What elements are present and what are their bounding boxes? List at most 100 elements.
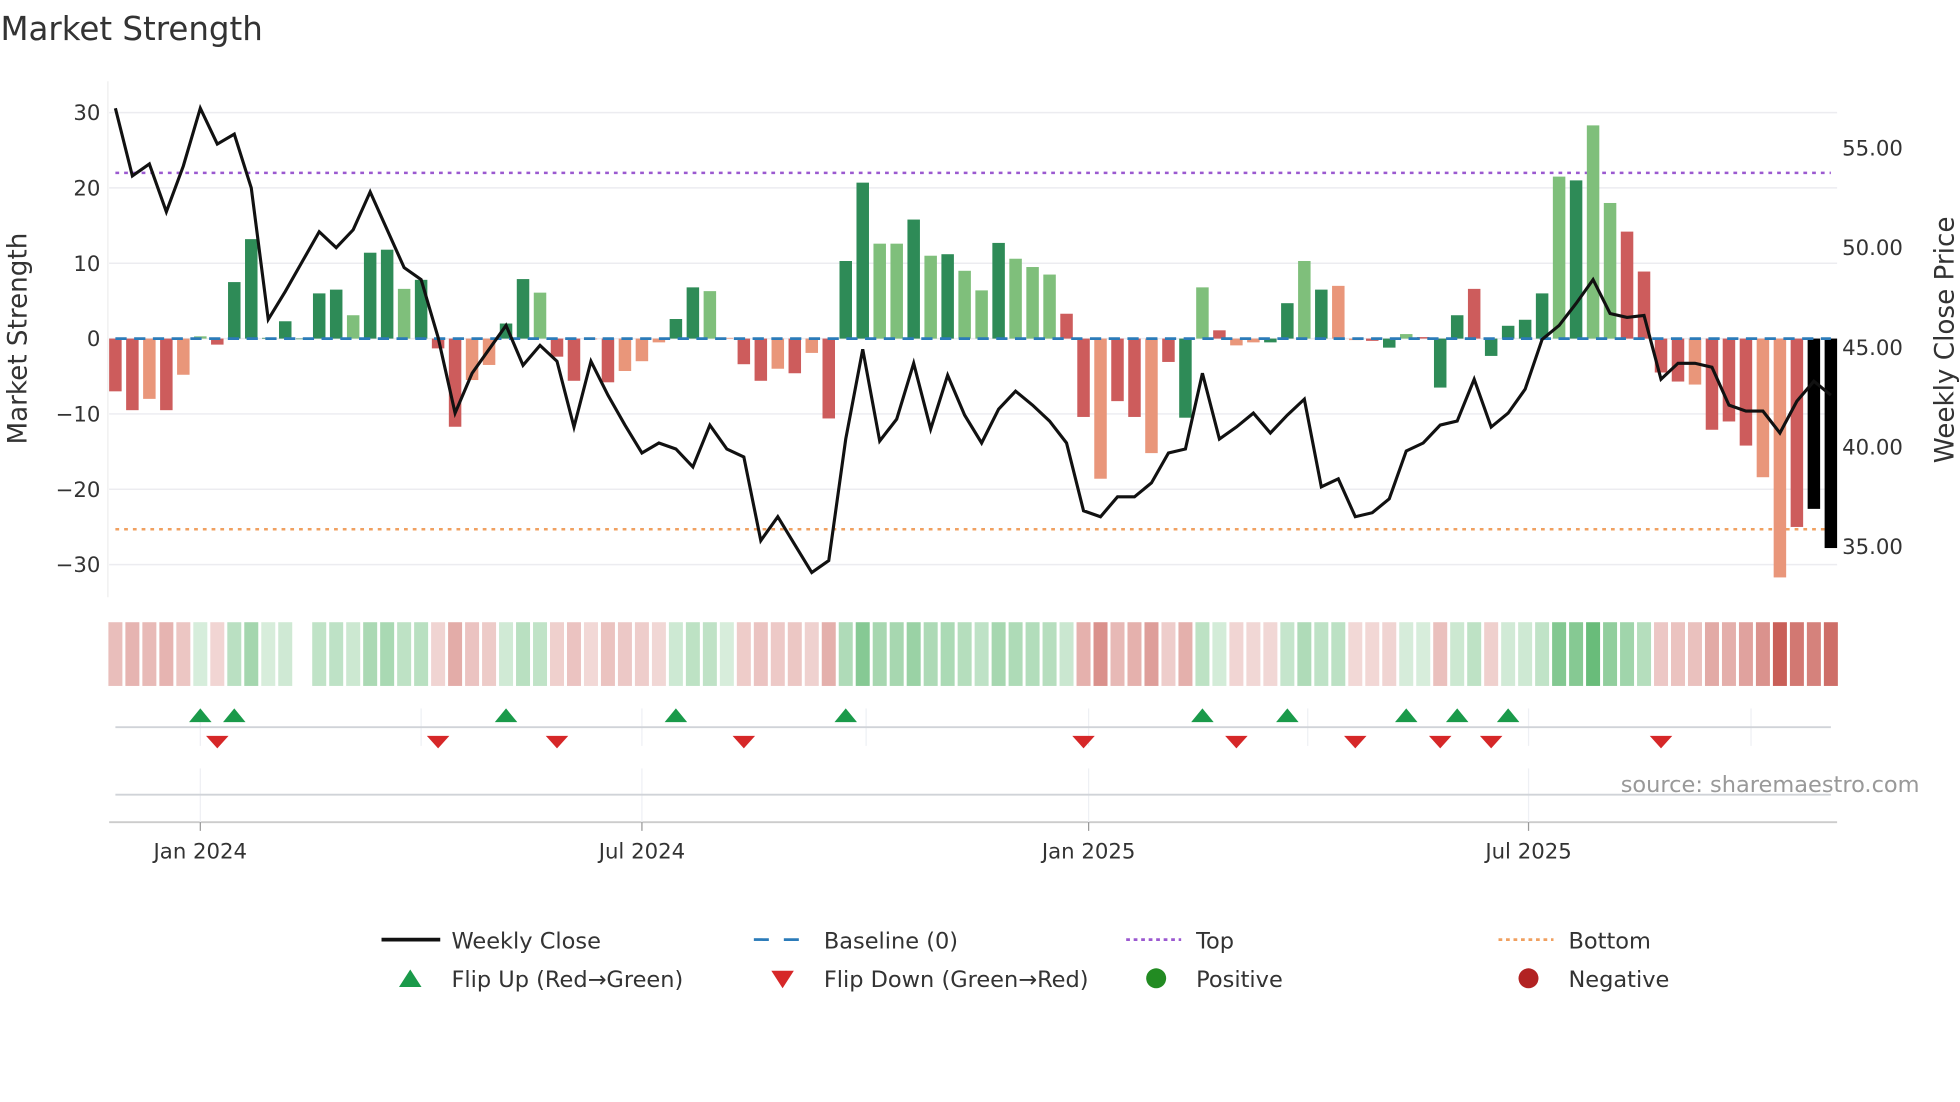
legend-label: Flip Up (Red→Green) [451, 967, 683, 993]
strength-bar [992, 242, 1005, 339]
strip-cell [1789, 622, 1804, 686]
strip-cell [889, 622, 904, 686]
strength-bar [1569, 180, 1583, 339]
strip-cell [1093, 622, 1108, 686]
strip-cell [1671, 622, 1685, 686]
strip-cell [1687, 622, 1702, 686]
strip-cell [193, 622, 208, 686]
strength-bar [1128, 338, 1141, 417]
strip-cell [1620, 622, 1635, 686]
strength-bar [924, 255, 937, 339]
flip-down-marker [426, 735, 450, 749]
strength-bar [346, 315, 360, 339]
strip-cell [1433, 622, 1448, 686]
strength-bar [1552, 176, 1566, 339]
strip-cell [1467, 622, 1482, 686]
strip-cell [380, 622, 395, 686]
strength-bar [771, 338, 785, 369]
legend-label: Bottom [1568, 928, 1650, 954]
strength-bar [1450, 315, 1464, 339]
strip-cell [1110, 622, 1125, 686]
legend-circle-green-icon [1146, 968, 1167, 989]
strength-bar [788, 338, 802, 374]
strength-bar [1586, 125, 1600, 339]
strength-bar [567, 338, 581, 381]
strip-cell [821, 622, 836, 686]
y2-tick-label: 45.00 [1842, 336, 1903, 361]
strip-cell [108, 622, 123, 686]
legend-triangle-up-icon [399, 969, 422, 988]
flip-down-marker [1344, 735, 1367, 749]
strength-bar [805, 338, 819, 353]
strength-bar [126, 338, 139, 411]
strip-cell [1331, 622, 1346, 686]
y-tick-label: −20 [56, 478, 101, 503]
legend-label: Flip Down (Green→Red) [824, 967, 1089, 993]
y-axis-label: Market Strength [4, 233, 34, 445]
strength-bar [975, 290, 988, 339]
strip-cell [499, 622, 514, 686]
strength-bar [1281, 303, 1294, 339]
legend-label: Baseline (0) [824, 928, 958, 954]
strength-bar [1009, 258, 1022, 339]
flip-up-marker [1276, 708, 1299, 723]
strip-cell [1076, 622, 1091, 686]
strength-bar [1179, 338, 1192, 418]
strip-cell [1280, 622, 1295, 686]
strip-cell [176, 622, 191, 686]
strip-cell [566, 622, 581, 686]
strength-bar [907, 219, 920, 339]
strength-bar [109, 338, 122, 392]
y2-axis-label: Weekly Close Price [1930, 217, 1960, 464]
strength-bar [228, 282, 241, 339]
flip-up-marker [664, 708, 688, 723]
strength-bar [1824, 338, 1838, 549]
strength-bar [635, 338, 649, 362]
strip-cell [1263, 622, 1278, 686]
strip-cell [1654, 622, 1669, 686]
strength-bar [1298, 260, 1311, 339]
strength-bar [1332, 285, 1345, 339]
strength-bar [1671, 338, 1685, 382]
strength-bar [1773, 338, 1787, 578]
flip-up-marker [1191, 708, 1214, 723]
strength-bar [1807, 338, 1821, 509]
legend-circle-red-icon [1518, 968, 1539, 989]
strip-cell [363, 622, 378, 686]
source-note: source: sharemaestro.com [1621, 772, 1920, 798]
strength-bar [703, 291, 717, 339]
strip-cell [1246, 622, 1261, 686]
strength-bar [1518, 319, 1532, 339]
flip-up-marker [494, 708, 518, 723]
strip-cell [1008, 622, 1023, 686]
flip-up-marker [1394, 708, 1418, 723]
strip-cell [753, 622, 768, 686]
strip-cell [838, 622, 853, 686]
strength-bar [1077, 338, 1090, 417]
strip-cell [940, 622, 955, 686]
strength-bar [873, 243, 886, 339]
strip-cell [1823, 622, 1838, 686]
strength-bar [1756, 338, 1770, 478]
strip-cell [329, 622, 344, 686]
strip-cell [1297, 622, 1312, 686]
chart-title: Market Strength [0, 10, 262, 48]
strength-bar [1705, 338, 1719, 430]
strip-cell [685, 622, 700, 686]
flip-up-marker [223, 708, 246, 723]
legend-label: Positive [1196, 967, 1283, 993]
weekly-close-line [113, 103, 1832, 575]
strength-bar [1060, 313, 1073, 339]
strength-bar [669, 319, 683, 339]
strength-bar [839, 260, 852, 339]
flip-up-marker [1496, 708, 1520, 723]
y2-tick-label: 50.00 [1842, 236, 1903, 261]
y-tick-label: −30 [56, 553, 101, 578]
y-tick-label: 20 [73, 176, 100, 201]
strength-bar [245, 239, 258, 339]
y2-tick-label: 40.00 [1842, 435, 1903, 460]
strip-cell [1586, 622, 1601, 686]
strip-cell [1365, 622, 1380, 686]
strength-bar [1501, 325, 1515, 339]
strength-bar [1026, 267, 1039, 339]
